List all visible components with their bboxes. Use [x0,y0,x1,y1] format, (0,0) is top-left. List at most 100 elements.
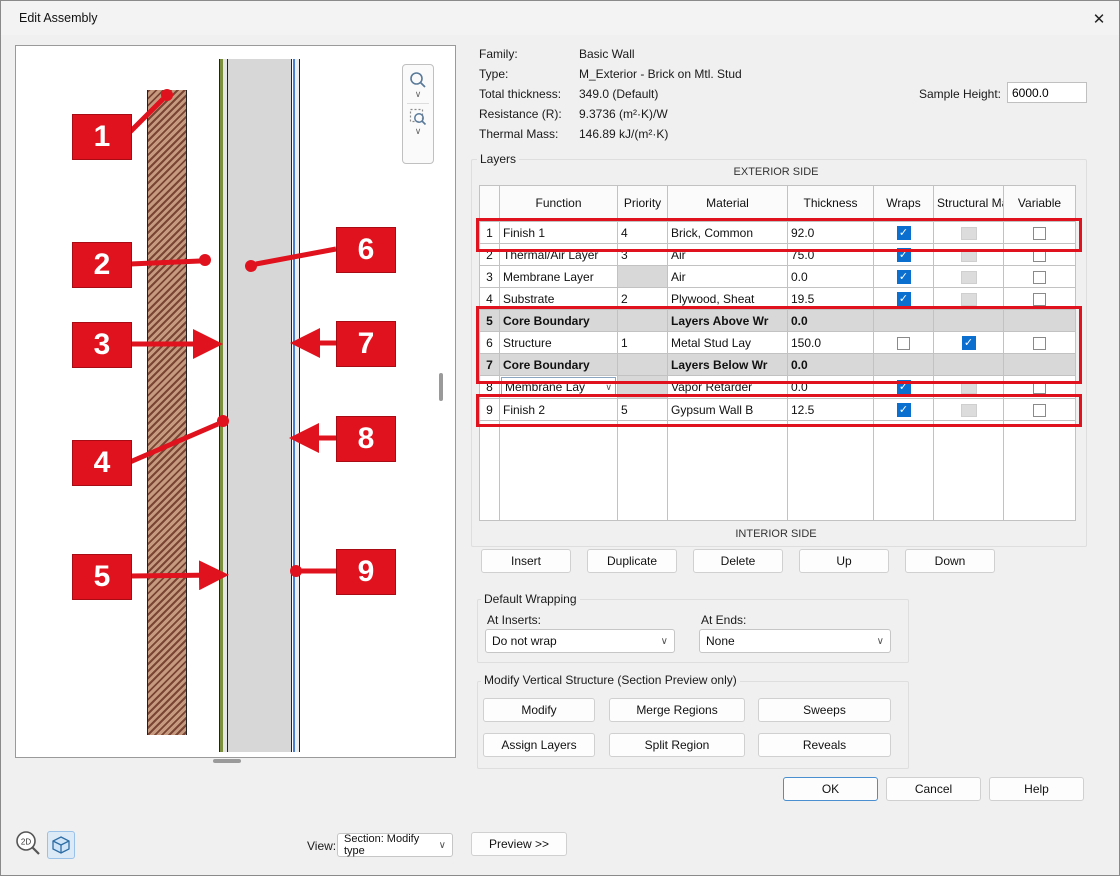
type-value: M_Exterior - Brick on Mtl. Stud [579,67,742,81]
layer-row-6[interactable]: 6 Structure 1 Metal Stud Lay 150.0 [480,332,1076,354]
sweeps-button[interactable]: Sweeps [758,698,891,722]
view-dropdown[interactable]: Section: Modify type ∨ [337,833,453,857]
layer-row-8[interactable]: 8 Membrane Lay ∨ Vapor Retarder 0.0 [480,376,1076,399]
thickness-cell[interactable]: 92.0 [788,222,874,244]
structural-checkbox[interactable] [961,293,977,306]
preview-toggle-button[interactable]: Preview >> [471,832,567,856]
thickness-cell[interactable]: 0.0 [788,266,874,288]
material-cell[interactable]: Plywood, Sheat [668,288,788,310]
zoom-region-dropdown-icon[interactable]: ∨ [415,126,422,136]
priority-cell [618,376,668,399]
reveals-button[interactable]: Reveals [758,733,891,757]
wraps-checkbox[interactable] [897,292,911,306]
priority-cell [618,354,668,376]
function-cell[interactable]: Thermal/Air Layer [500,244,618,266]
layer-row-9[interactable]: 9 Finish 2 5 Gypsum Wall B 12.5 [480,399,1076,421]
thickness-cell[interactable]: 19.5 [788,288,874,310]
function-cell[interactable]: Finish 1 [500,222,618,244]
priority-cell[interactable]: 1 [618,332,668,354]
priority-cell[interactable]: 3 [618,244,668,266]
structural-checkbox[interactable] [961,227,977,240]
thickness-cell[interactable]: 0.0 [788,376,874,399]
layer-row-3[interactable]: 3 Membrane Layer Air 0.0 [480,266,1076,288]
variable-checkbox[interactable] [1033,404,1046,417]
family-value: Basic Wall [579,47,635,61]
zoom-dropdown-icon[interactable]: ∨ [415,89,422,99]
material-cell[interactable]: Gypsum Wall B [668,399,788,421]
preview-3d-icon[interactable] [47,831,75,859]
duplicate-button[interactable]: Duplicate [587,549,677,573]
core-boundary-row-bottom[interactable]: 7 Core Boundary Layers Below Wr 0.0 [480,354,1076,376]
down-button[interactable]: Down [905,549,995,573]
gypsum-layer [295,59,300,752]
material-cell[interactable]: Metal Stud Lay [668,332,788,354]
variable-checkbox[interactable] [1033,271,1046,284]
structural-checkbox[interactable] [962,336,976,350]
material-cell[interactable]: Air [668,266,788,288]
wraps-checkbox[interactable] [897,248,911,262]
wraps-checkbox[interactable] [897,270,911,284]
function-combobox[interactable]: Membrane Lay ∨ [501,377,616,397]
wraps-checkbox[interactable] [897,380,911,394]
callout-4: 4 [72,440,132,486]
modify-button[interactable]: Modify [483,698,595,722]
cancel-button[interactable]: Cancel [886,777,981,801]
wraps-checkbox[interactable] [897,226,911,240]
wraps-checkbox[interactable] [897,337,910,350]
variable-checkbox[interactable] [1033,337,1046,350]
variable-checkbox[interactable] [1033,249,1046,262]
layer-row-4[interactable]: 4 Substrate 2 Plywood, Sheat 19.5 [480,288,1076,310]
priority-cell[interactable]: 5 [618,399,668,421]
thickness-cell[interactable]: 75.0 [788,244,874,266]
merge-regions-button[interactable]: Merge Regions [609,698,745,722]
assign-layers-button[interactable]: Assign Layers [483,733,595,757]
preview-hscrollbar[interactable] [213,759,241,763]
metal-stud-layer [227,59,292,752]
structural-checkbox[interactable] [961,404,977,417]
view-label: View: [307,839,336,853]
thickness-cell[interactable]: 12.5 [788,399,874,421]
layer-row-2[interactable]: 2 Thermal/Air Layer 3 Air 75.0 [480,244,1076,266]
structural-checkbox[interactable] [961,271,977,284]
thickness-cell[interactable]: 150.0 [788,332,874,354]
family-label: Family: [479,47,518,61]
structural-checkbox[interactable] [961,249,977,262]
chevron-down-icon[interactable]: ∨ [605,382,612,393]
core-boundary-row-top[interactable]: 5 Core Boundary Layers Above Wr 0.0 [480,310,1076,332]
section-preview-canvas[interactable]: 1 2 3 4 5 6 7 8 9 ∨ ∨ [15,45,456,758]
function-cell[interactable]: Substrate [500,288,618,310]
help-button[interactable]: Help [989,777,1084,801]
structural-checkbox[interactable] [961,381,977,394]
svg-text:2D: 2D [21,838,31,847]
layer-row-1[interactable]: 1 Finish 1 4 Brick, Common 92.0 [480,222,1076,244]
up-button[interactable]: Up [799,549,889,573]
function-cell[interactable]: Membrane Layer [500,266,618,288]
wraps-checkbox[interactable] [897,403,911,417]
thickness-cell: 0.0 [788,354,874,376]
material-cell[interactable]: Brick, Common [668,222,788,244]
close-icon[interactable]: ✕ [1085,5,1113,33]
zoom-region-icon[interactable] [409,108,427,126]
delete-button[interactable]: Delete [693,549,783,573]
at-inserts-dropdown[interactable]: Do not wrap ∨ [485,629,675,653]
variable-checkbox[interactable] [1033,381,1046,394]
split-region-button[interactable]: Split Region [609,733,745,757]
modify-vertical-label: Modify Vertical Structure (Section Previ… [481,673,740,687]
insert-button[interactable]: Insert [481,549,571,573]
sample-height-input[interactable] [1007,82,1087,103]
ok-button[interactable]: OK [783,777,878,801]
resistance-label: Resistance (R): [479,107,562,121]
preview-vscrollbar[interactable] [439,373,443,401]
priority-cell[interactable]: 2 [618,288,668,310]
material-cell[interactable]: Vapor Retarder [668,376,788,399]
material-cell[interactable]: Air [668,244,788,266]
variable-checkbox[interactable] [1033,293,1046,306]
at-ends-dropdown[interactable]: None ∨ [699,629,891,653]
variable-checkbox[interactable] [1033,227,1046,240]
interior-side-label: INTERIOR SIDE [479,528,1073,540]
function-cell[interactable]: Structure [500,332,618,354]
function-cell[interactable]: Finish 2 [500,399,618,421]
zoom-icon[interactable] [409,71,427,89]
preview-2d-icon[interactable]: 2D [13,829,43,859]
priority-cell[interactable]: 4 [618,222,668,244]
